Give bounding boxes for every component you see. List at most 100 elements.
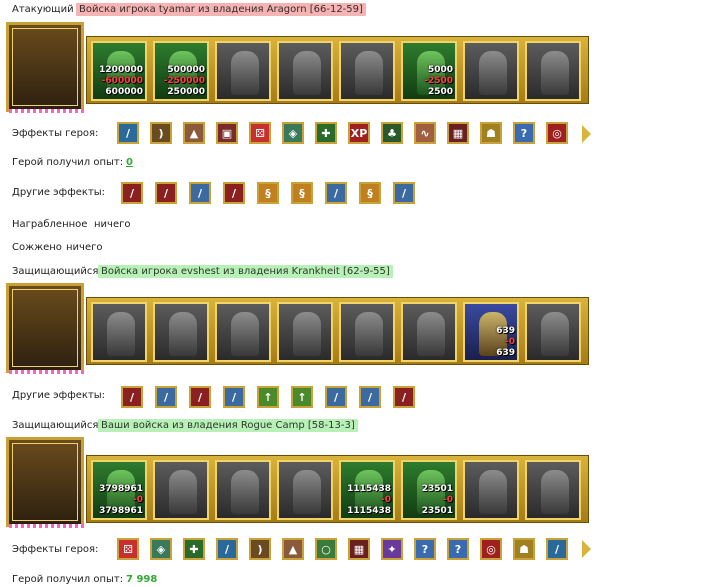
- unit-count-lost: -600000: [101, 76, 143, 86]
- unit-figure-icon: [107, 312, 135, 356]
- unit-stack-slot[interactable]: [463, 41, 519, 101]
- unit-figure-icon: [417, 312, 445, 356]
- unit-stack-slot[interactable]: 639 -0 639: [463, 302, 519, 362]
- loot-label: Награбленное: [12, 219, 88, 230]
- hero-effects-next-arrow-2[interactable]: [582, 540, 591, 558]
- unit-stack-slot[interactable]: [525, 302, 581, 362]
- unit-stack-slot[interactable]: 1115438 -0 1115438: [339, 460, 395, 520]
- chest-icon[interactable]: ▣: [216, 122, 238, 144]
- boot-icon[interactable]: ▲: [282, 538, 304, 560]
- unit-stack-slot[interactable]: [215, 41, 271, 101]
- unit-count-lost: -250000: [163, 76, 205, 86]
- sword-blue-icon[interactable]: /: [393, 182, 415, 204]
- sword-red-icon[interactable]: /: [393, 386, 415, 408]
- unit-stack-slot[interactable]: 1200000 -600000 600000: [91, 41, 147, 101]
- unit-stack-slot[interactable]: 500000 -250000 250000: [153, 41, 209, 101]
- unit-count-after: 600000: [105, 87, 143, 97]
- question-icon[interactable]: ?: [447, 538, 469, 560]
- sword-icon[interactable]: /: [117, 122, 139, 144]
- sword-blue-icon[interactable]: /: [155, 386, 177, 408]
- unit-stack-slot[interactable]: [215, 302, 271, 362]
- defender2-role-label: Защищающийся: [12, 420, 99, 431]
- sword-blue-icon[interactable]: /: [325, 386, 347, 408]
- unit-stack-slot[interactable]: [277, 41, 333, 101]
- attacker-army-title[interactable]: Войска игрока tyamar из владения Aragorn…: [76, 3, 366, 16]
- unit-stack-slot[interactable]: [525, 460, 581, 520]
- amulet-icon[interactable]: ☗: [513, 538, 535, 560]
- dice-icon[interactable]: ⚄: [117, 538, 139, 560]
- scroll-icon[interactable]: §: [359, 182, 381, 204]
- boot-icon[interactable]: ▲: [183, 122, 205, 144]
- attacker-hero-portrait[interactable]: [6, 22, 87, 113]
- unit-stack-slot[interactable]: [401, 302, 457, 362]
- defender2-xp-value[interactable]: 7 998: [126, 574, 157, 585]
- sword-blue-icon[interactable]: /: [359, 386, 381, 408]
- defender2-xp-label: Герой получил опыт:: [12, 574, 124, 585]
- unit-stack-slot[interactable]: [277, 302, 333, 362]
- sword-red-icon[interactable]: /: [155, 182, 177, 204]
- sword-blue-icon[interactable]: /: [223, 386, 245, 408]
- spell-icon[interactable]: ✦: [381, 538, 403, 560]
- sword-red-icon[interactable]: /: [223, 182, 245, 204]
- hero-status-dots: [9, 370, 87, 374]
- horn-icon[interactable]: ∿: [414, 122, 436, 144]
- unit-stack-slot[interactable]: [91, 302, 147, 362]
- dice-icon[interactable]: ⚄: [249, 122, 271, 144]
- tree-icon[interactable]: ♣: [381, 122, 403, 144]
- unit-count-before: 639: [496, 326, 515, 336]
- unit-figure-icon: [541, 312, 569, 356]
- defender2-hero-portrait[interactable]: [6, 437, 87, 528]
- bow-icon[interactable]: ): [249, 538, 271, 560]
- sword-icon[interactable]: /: [546, 538, 568, 560]
- bow-icon[interactable]: ): [150, 122, 172, 144]
- unit-stack-slot[interactable]: [153, 302, 209, 362]
- sword-icon[interactable]: /: [216, 538, 238, 560]
- arrow-icon[interactable]: ↑: [291, 386, 313, 408]
- sword-red-icon[interactable]: /: [189, 386, 211, 408]
- sword-red-icon[interactable]: /: [121, 386, 143, 408]
- loot-value: ничего: [94, 219, 131, 230]
- attacker-xp-value[interactable]: 0: [126, 157, 133, 168]
- defender2-hero-effects-label: Эффекты героя:: [12, 544, 99, 555]
- ring-icon[interactable]: ○: [315, 538, 337, 560]
- unit-count-lost: -2500: [424, 76, 453, 86]
- sword-red-icon[interactable]: /: [121, 182, 143, 204]
- unit-count-before: 3798961: [99, 484, 143, 494]
- hero-status-dots: [9, 109, 87, 113]
- defender1-hero-portrait[interactable]: [6, 283, 87, 374]
- unit-stack-slot[interactable]: 5000 -2500 2500: [401, 41, 457, 101]
- scroll-icon[interactable]: §: [257, 182, 279, 204]
- unit-stack-slot[interactable]: [339, 302, 395, 362]
- question-icon[interactable]: ?: [513, 122, 535, 144]
- armor-icon[interactable]: ▦: [348, 538, 370, 560]
- unit-stack-slot[interactable]: 23501 -0 23501: [401, 460, 457, 520]
- unit-stack-slot[interactable]: [339, 41, 395, 101]
- amulet-icon[interactable]: ☗: [480, 122, 502, 144]
- arrow-icon[interactable]: ↑: [257, 386, 279, 408]
- sword-blue-icon[interactable]: /: [189, 182, 211, 204]
- scroll-icon[interactable]: §: [291, 182, 313, 204]
- defender2-army-title[interactable]: Ваши войска из владения Rogue Camp [58-1…: [98, 419, 358, 432]
- chain-icon[interactable]: ◎: [546, 122, 568, 144]
- unit-stack-slot[interactable]: [153, 460, 209, 520]
- unit-stack-slot[interactable]: [215, 460, 271, 520]
- shield-plus-icon[interactable]: ✚: [183, 538, 205, 560]
- unit-stack-slot[interactable]: [463, 460, 519, 520]
- armor-icon[interactable]: ▦: [447, 122, 469, 144]
- sword-blue-icon[interactable]: /: [325, 182, 347, 204]
- unit-stack-slot[interactable]: [277, 460, 333, 520]
- hero-effects-next-arrow[interactable]: [582, 125, 591, 143]
- shield-icon[interactable]: ◈: [150, 538, 172, 560]
- chain-icon[interactable]: ◎: [480, 538, 502, 560]
- question-icon[interactable]: ?: [414, 538, 436, 560]
- defender1-army-title[interactable]: Войска игрока evshest из владения Krankh…: [98, 265, 393, 278]
- unit-stack-slot[interactable]: [525, 41, 581, 101]
- unit-figure-icon: [231, 470, 259, 514]
- shield-plus-icon[interactable]: ✚: [315, 122, 337, 144]
- xp-icon[interactable]: XP: [348, 122, 370, 144]
- burned-label: Сожжено: [12, 242, 62, 253]
- shield-icon[interactable]: ◈: [282, 122, 304, 144]
- defender2-army-frame: 3798961 -0 3798961 1115438 -0 1115438 23501 -0 2…: [86, 455, 589, 523]
- unit-stack-slot[interactable]: 3798961 -0 3798961: [91, 460, 147, 520]
- unit-figure-icon: [231, 312, 259, 356]
